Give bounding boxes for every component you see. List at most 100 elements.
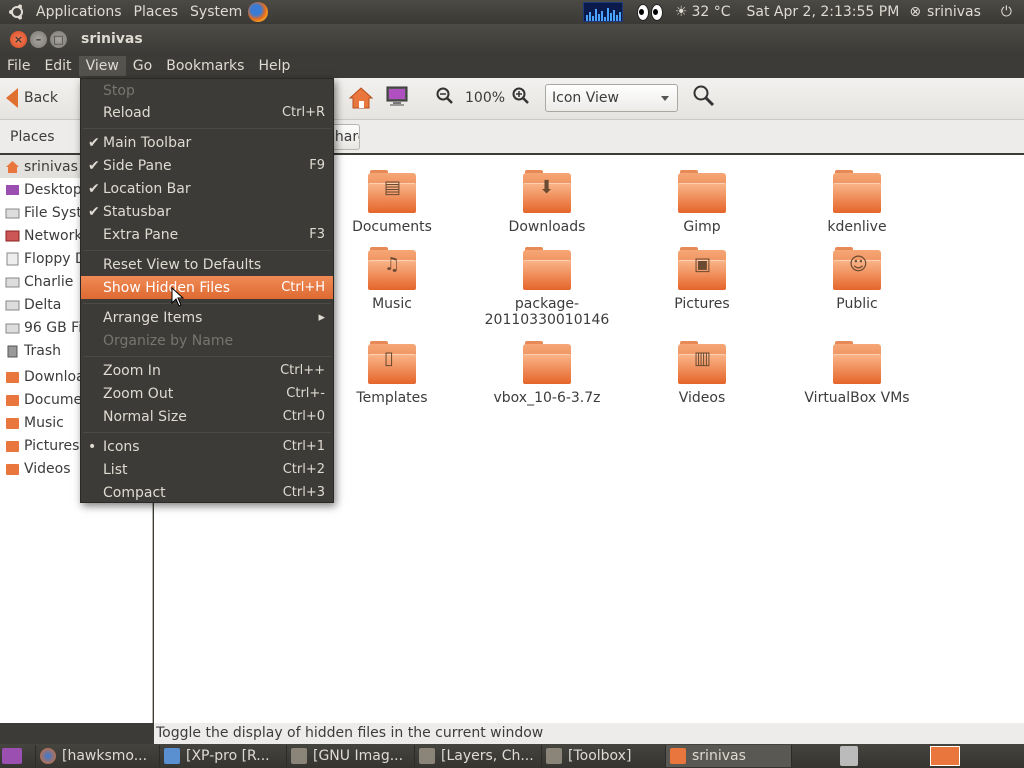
minimize-window-button[interactable]: – — [30, 30, 47, 48]
ubuntu-logo-icon[interactable] — [8, 3, 26, 21]
file-name: Videos — [678, 390, 726, 406]
menu-item-zoom-out[interactable]: Zoom Out Ctrl+- — [81, 382, 333, 405]
menu-item-reload[interactable]: Reload Ctrl+R — [81, 101, 333, 124]
search-icon[interactable] — [692, 84, 716, 108]
menu-item-label: Stop — [103, 82, 135, 99]
file-name: Public — [836, 296, 878, 312]
weather-icon[interactable]: ☀ — [675, 4, 688, 20]
file-name: Documents — [352, 219, 432, 235]
taskbar-item[interactable]: [XP-pro [R... — [160, 745, 287, 767]
file-item[interactable]: Gimp — [627, 170, 777, 235]
file-item[interactable]: ⬇ Downloads — [472, 170, 622, 235]
computer-icon[interactable] — [385, 86, 409, 108]
menu-item-accel: Ctrl+2 — [282, 462, 325, 477]
close-window-button[interactable]: × — [10, 30, 27, 48]
file-item[interactable]: vbox_10-6-3.7z — [472, 341, 622, 406]
view-mode-select[interactable]: Icon View — [545, 84, 678, 112]
view-menu-dropdown: Stop Reload Ctrl+R ✔ Main Toolbar ✔ Side… — [80, 78, 334, 503]
menu-file[interactable]: File — [0, 56, 37, 76]
menu-item-show-hidden-files[interactable]: Show Hidden Files Ctrl+H — [81, 276, 333, 299]
file-item[interactable]: ▥ Videos — [627, 341, 777, 406]
menu-item-extra-pane[interactable]: Extra Pane F3 — [81, 223, 333, 246]
clock[interactable]: Sat Apr 2, 2:13:55 PM — [736, 4, 905, 20]
menu-item-zoom-in[interactable]: Zoom In Ctrl++ — [81, 359, 333, 382]
show-desktop-button[interactable] — [0, 745, 36, 767]
back-label: Back — [24, 90, 58, 106]
taskbar-item-label: [hawksmo... — [62, 748, 148, 764]
menu-item-icons[interactable]: • Icons Ctrl+1 — [81, 435, 333, 458]
floppy-icon — [6, 252, 19, 265]
file-item[interactable]: kdenlive — [782, 170, 932, 235]
menu-item-side-pane[interactable]: ✔ Side Pane F9 — [81, 154, 333, 177]
gimp-icon — [419, 748, 435, 764]
taskbar-item[interactable]: [Layers, Ch... — [415, 745, 542, 767]
menu-item-accel: Ctrl+1 — [282, 439, 325, 454]
user-menu[interactable]: srinivas — [921, 4, 987, 20]
taskbar-item[interactable]: [Toolbox] — [542, 745, 666, 767]
sidebar-item-label: Music — [24, 414, 64, 431]
file-item[interactable]: ▣ Pictures — [627, 247, 777, 312]
taskbar-item-active[interactable]: srinivas — [666, 745, 792, 767]
file-item[interactable]: ▤ Documents — [317, 170, 467, 235]
applications-menu[interactable]: Applications — [30, 4, 128, 20]
trash-applet-icon[interactable] — [840, 746, 858, 766]
window-titlebar[interactable]: × – □ srinivas — [0, 24, 1024, 54]
menu-item-label: Organize by Name — [103, 332, 234, 349]
menu-item-label: Zoom In — [103, 362, 161, 379]
home-icon[interactable] — [348, 86, 374, 110]
file-name: Templates — [356, 390, 428, 406]
menu-help[interactable]: Help — [251, 56, 297, 76]
menu-item-normal-size[interactable]: Normal Size Ctrl+0 — [81, 405, 333, 428]
taskbar-item-label: [GNU Imag... — [313, 748, 404, 764]
public-folder-icon: ☺ — [833, 247, 881, 290]
menu-item-compact[interactable]: Compact Ctrl+3 — [81, 481, 333, 504]
file-item[interactable]: VirtualBox VMs — [782, 341, 932, 406]
menu-item-label: Statusbar — [103, 203, 171, 220]
folder-icon — [6, 394, 19, 406]
menu-edit[interactable]: Edit — [37, 56, 78, 76]
folder-icon — [6, 440, 19, 452]
weather-temperature[interactable]: 32 °C — [691, 4, 736, 20]
file-name: Pictures — [674, 296, 730, 312]
menu-bookmarks[interactable]: Bookmarks — [159, 56, 251, 76]
top-panel: Applications Places System ☀ 32 °C Sat A… — [0, 0, 1024, 24]
maximize-window-button[interactable]: □ — [50, 30, 67, 48]
file-name: Music — [372, 296, 412, 312]
firefox-launcher-icon[interactable] — [248, 2, 269, 22]
file-item[interactable]: ▯ Templates — [317, 341, 467, 406]
check-icon: ✔ — [88, 180, 100, 197]
power-icon[interactable]: ⏻ — [1001, 4, 1012, 20]
file-item[interactable]: package- 20110330010146 — [472, 247, 622, 328]
system-monitor-icon[interactable] — [582, 2, 623, 22]
menu-item-list[interactable]: List Ctrl+2 — [81, 458, 333, 481]
menu-item-statusbar[interactable]: ✔ Statusbar — [81, 200, 333, 223]
menu-item-arrange-items[interactable]: Arrange Items ▸ — [81, 306, 333, 329]
taskbar-item[interactable]: [GNU Imag... — [287, 745, 415, 767]
drive-icon — [5, 323, 20, 333]
eyes-applet-icon — [636, 3, 663, 21]
side-pane-title[interactable]: Places — [10, 129, 55, 145]
back-button[interactable]: Back — [6, 88, 58, 108]
workspace-switcher-icon[interactable] — [930, 746, 960, 766]
file-item[interactable]: ♫ Music — [317, 247, 467, 312]
menu-view[interactable]: View — [78, 56, 126, 76]
zoom-level[interactable]: 100% — [465, 90, 505, 106]
zoom-in-icon[interactable] — [512, 87, 530, 110]
pictures-folder-icon: ▣ — [678, 247, 726, 290]
file-item[interactable]: ☺ Public — [782, 247, 932, 312]
menu-go[interactable]: Go — [126, 56, 159, 76]
menu-item-reset-view[interactable]: Reset View to Defaults — [81, 253, 333, 276]
file-name: VirtualBox VMs — [804, 390, 910, 406]
taskbar-item[interactable]: [hawksmo... — [36, 745, 160, 767]
menu-item-label: Location Bar — [103, 180, 191, 197]
places-menu[interactable]: Places — [128, 4, 185, 20]
zoom-out-icon[interactable] — [436, 87, 454, 110]
sidebar-item-label: Desktop — [24, 181, 82, 198]
menu-item-label: Arrange Items — [103, 309, 203, 326]
sidebar-item-label: Trash — [24, 342, 61, 359]
sidebar-item-label: Network — [24, 227, 83, 244]
status-text: Toggle the display of hidden files in th… — [156, 725, 544, 741]
menu-item-location-bar[interactable]: ✔ Location Bar — [81, 177, 333, 200]
menu-item-main-toolbar[interactable]: ✔ Main Toolbar — [81, 131, 333, 154]
system-menu[interactable]: System — [184, 4, 248, 20]
